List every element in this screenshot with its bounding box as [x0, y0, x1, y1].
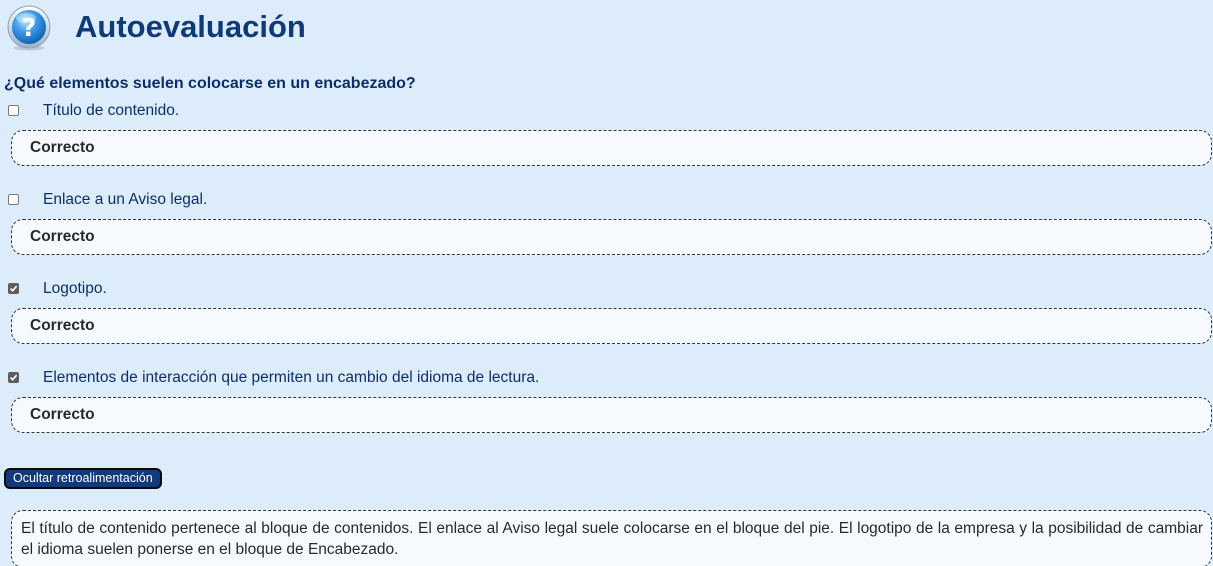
checkmark-icon — [9, 374, 18, 381]
feedback-explanation: El título de contenido pertenece al bloq… — [11, 510, 1212, 566]
option-3-checkbox[interactable] — [8, 283, 19, 294]
option-3-feedback: Correcto — [11, 308, 1212, 344]
option-4-feedback-text: Correcto — [30, 406, 95, 423]
option-1-feedback: Correcto — [11, 130, 1212, 166]
option-4-feedback: Correcto — [11, 397, 1212, 433]
option-2-feedback: Correcto — [11, 219, 1212, 255]
answer-option-1[interactable]: Título de contenido. — [0, 101, 1213, 121]
option-1-feedback-text: Correcto — [30, 139, 95, 156]
header: ? Autoevaluación — [0, 0, 1213, 60]
option-4-label: Elementos de interacción que permiten un… — [43, 369, 540, 386]
option-1-label: Título de contenido. — [43, 102, 180, 119]
checkmark-icon — [9, 285, 18, 292]
option-1-checkbox[interactable] — [8, 105, 19, 116]
option-4-checkbox[interactable] — [8, 372, 19, 383]
option-2-checkbox[interactable] — [8, 194, 19, 205]
page-title: Autoevaluación — [75, 9, 306, 44]
option-3-feedback-text: Correcto — [30, 317, 95, 334]
option-2-label: Enlace a un Aviso legal. — [43, 191, 208, 208]
answer-option-2[interactable]: Enlace a un Aviso legal. — [0, 190, 1213, 210]
option-3-label: Logotipo. — [43, 280, 107, 297]
help-question-icon: ? — [7, 5, 51, 51]
answer-option-4[interactable]: Elementos de interacción que permiten un… — [0, 368, 1213, 388]
question-text: ¿Qué elementos suelen colocarse en un en… — [4, 75, 416, 92]
self-assessment-page: ? Autoevaluación ¿Qué elementos suelen c… — [0, 0, 1213, 566]
answer-option-3[interactable]: Logotipo. — [0, 279, 1213, 299]
hide-feedback-button[interactable]: Ocultar retroalimentación — [4, 468, 162, 489]
option-2-feedback-text: Correcto — [30, 228, 95, 245]
svg-text:?: ? — [22, 13, 37, 42]
